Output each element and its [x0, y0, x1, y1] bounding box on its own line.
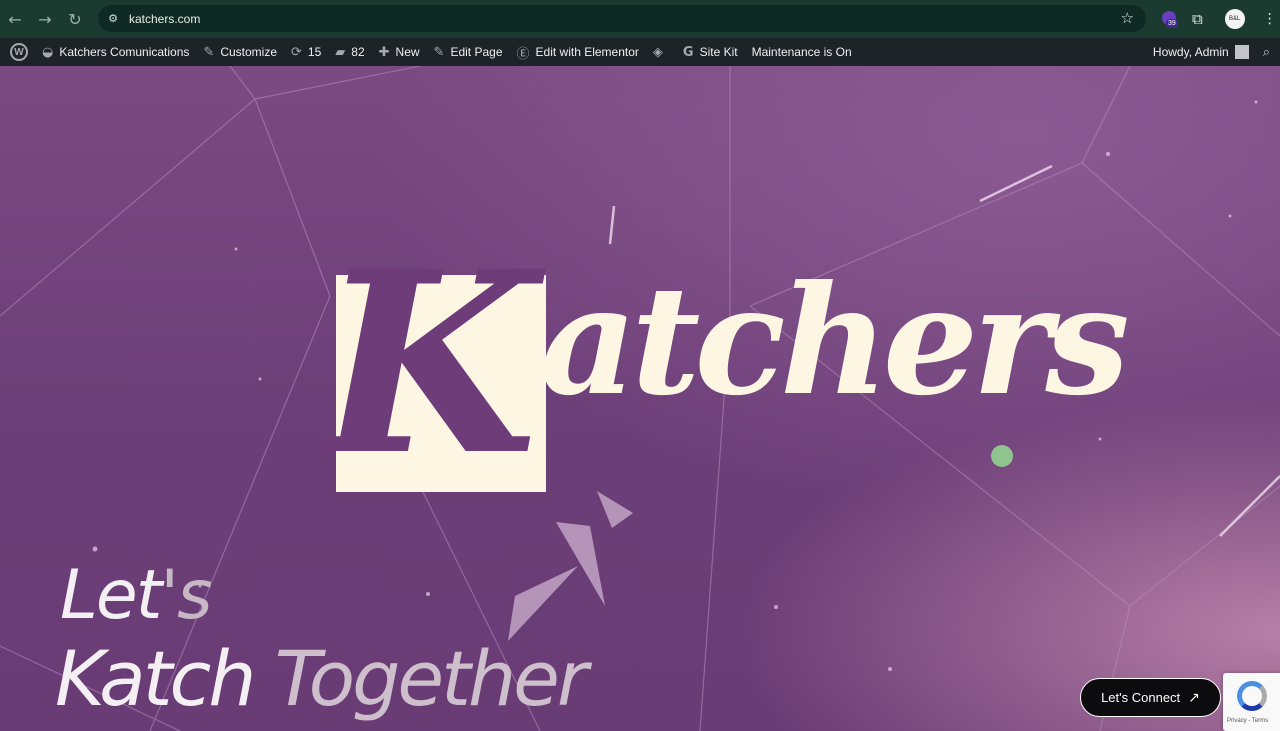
bg-streak	[1219, 475, 1280, 537]
adminbar-search-icon[interactable]: ⌕	[1263, 45, 1270, 60]
bg-star	[1228, 214, 1232, 218]
logo-letter-k: K	[320, 216, 537, 510]
extensions-puzzle-icon[interactable]: ⧉	[1192, 10, 1203, 28]
hero-section: K atchers Let's Katch Together Let's Con…	[0, 66, 1280, 731]
bg-streak	[608, 205, 616, 245]
bg-line	[1129, 485, 1280, 607]
tagline-katch: Katch	[55, 634, 275, 723]
bg-star	[92, 546, 98, 552]
edit-elementor-label: Edit with Elementor	[535, 45, 639, 59]
bg-streak	[979, 164, 1053, 203]
recaptcha-links[interactable]: Privacy - Terms	[1227, 718, 1268, 724]
logo-shard	[508, 566, 578, 641]
bg-line	[1081, 66, 1131, 164]
howdy-label: Howdy, Admin	[1152, 45, 1229, 59]
adminbar-updates[interactable]: ⟳ 15	[284, 38, 328, 66]
tagline-line-2: Katch Together	[55, 634, 589, 723]
pencil-icon: ✎	[433, 44, 445, 60]
extension-badge-count: 39	[1166, 19, 1178, 28]
wordpress-logo-icon: W	[10, 43, 28, 61]
forward-icon[interactable]: →	[30, 4, 60, 34]
updates-icon: ⟳	[291, 44, 302, 60]
adminbar-comments[interactable]: ▰ 82	[328, 38, 371, 66]
bg-star	[774, 605, 778, 609]
bg-line	[254, 66, 421, 100]
bg-line	[0, 98, 256, 317]
lets-connect-label: Let's Connect	[1101, 690, 1181, 705]
comment-icon: ▰	[335, 44, 346, 60]
elementor-icon: Ⓔ	[516, 46, 530, 62]
admin-avatar	[1234, 45, 1249, 59]
adminbar-site-name[interactable]: ◒ Katchers Comunications	[35, 38, 196, 66]
floating-green-dot	[991, 445, 1013, 467]
adminbar-maintenance[interactable]: Maintenance is On	[745, 38, 859, 66]
adminbar-edit-page[interactable]: ✎ Edit Page	[427, 38, 510, 66]
bookmark-star-icon[interactable]: ☆	[1121, 9, 1134, 27]
maintenance-label: Maintenance is On	[751, 45, 852, 59]
site-kit-label: Site Kit	[699, 45, 738, 59]
reload-icon[interactable]: ↻	[60, 4, 90, 34]
bg-star	[1098, 437, 1102, 441]
extension-icon[interactable]: 39	[1160, 9, 1180, 29]
diamond-icon: ◈	[652, 44, 663, 60]
back-icon[interactable]: ←	[0, 4, 30, 34]
bg-star	[1106, 152, 1110, 156]
adminbar-customize[interactable]: ✎ Customize	[196, 38, 284, 66]
updates-count: 15	[307, 45, 322, 59]
adminbar-diamond[interactable]: ◈	[646, 38, 676, 66]
tagline-lets-suffix: 's	[160, 556, 212, 635]
adminbar-my-account[interactable]: Howdy, Admin	[1146, 38, 1249, 66]
tagline-lets: Let	[60, 556, 162, 635]
comments-count: 82	[351, 45, 365, 59]
tagline-line-1: Let's	[60, 556, 213, 635]
edit-page-label: Edit Page	[450, 45, 503, 59]
tagline-together: Together	[274, 634, 589, 723]
extensions-area: 39 ⧉ B&L ⋮	[1160, 6, 1277, 32]
wp-admin-bar: W ◒ Katchers Comunications ✎ Customize ⟳…	[0, 38, 1280, 66]
adminbar-site-kit[interactable]: G Site Kit	[676, 38, 745, 66]
bg-star	[426, 592, 430, 596]
wp-logo-menu[interactable]: W	[0, 38, 35, 66]
bg-star	[234, 247, 238, 251]
site-name-label: Katchers Comunications	[59, 45, 190, 59]
recaptcha-logo-icon	[1237, 681, 1267, 711]
recaptcha-badge[interactable]: Privacy - Terms	[1223, 673, 1280, 731]
logo-wordmark: atchers	[540, 253, 1130, 429]
adminbar-edit-elementor[interactable]: Ⓔ Edit with Elementor	[510, 38, 646, 66]
address-bar[interactable]: ⚙ katchers.com ☆	[98, 5, 1146, 32]
logo-shard	[597, 491, 633, 528]
browser-menu-icon[interactable]: ⋮	[1263, 11, 1277, 27]
bg-star	[258, 377, 262, 381]
bg-star	[1254, 100, 1258, 104]
dashboard-icon: ◒	[42, 44, 54, 60]
arrow-up-right-icon: ↗	[1188, 689, 1200, 706]
site-settings-icon[interactable]: ⚙	[106, 12, 120, 26]
bg-line	[229, 66, 256, 100]
customize-label: Customize	[220, 45, 277, 59]
bg-line	[254, 98, 331, 297]
bg-star	[888, 667, 892, 671]
adminbar-right: Howdy, Admin ⌕	[1146, 38, 1280, 66]
new-label: New	[395, 45, 420, 59]
plus-icon: ✚	[378, 44, 390, 60]
adminbar-new[interactable]: ✚ New	[372, 38, 427, 66]
logo-shard	[556, 522, 605, 606]
lets-connect-button[interactable]: Let's Connect ↗	[1080, 678, 1221, 717]
google-g-icon: G	[682, 44, 694, 60]
profile-avatar[interactable]: B&L	[1224, 9, 1245, 29]
url-text: katchers.com	[129, 11, 201, 26]
browser-toolbar: ← → ↻ ⚙ katchers.com ☆ 39 ⧉ B&L ⋮	[0, 0, 1280, 38]
brush-icon: ✎	[203, 44, 215, 60]
